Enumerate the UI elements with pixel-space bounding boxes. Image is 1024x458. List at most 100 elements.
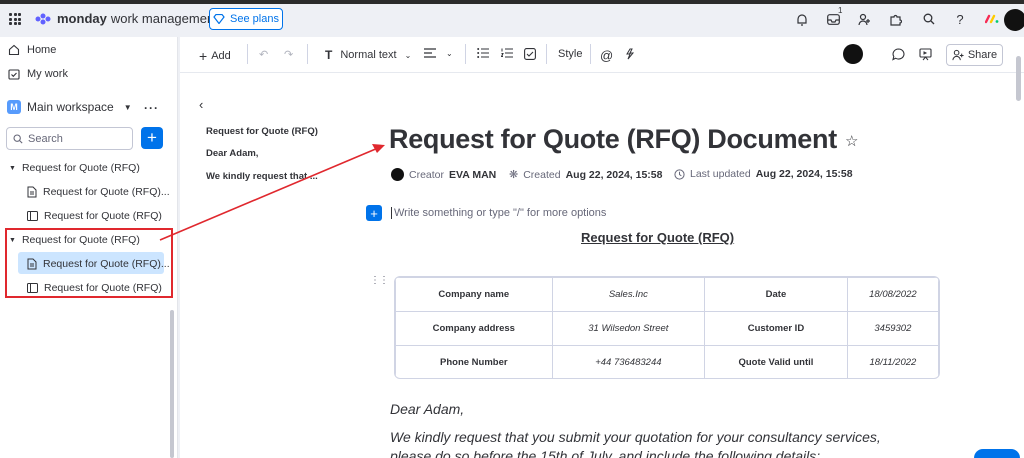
- table-cell[interactable]: Sales.Inc: [551, 277, 706, 312]
- nav-home[interactable]: Home: [8, 44, 56, 56]
- workspace-selector[interactable]: M Main workspace ▼: [7, 100, 132, 114]
- table-cell[interactable]: Company name: [395, 277, 553, 312]
- table-cell[interactable]: Customer ID: [704, 311, 848, 346]
- present-icon[interactable]: [919, 48, 932, 61]
- notifications-bell-icon[interactable]: [792, 9, 812, 29]
- folder-1-doc[interactable]: Request for Quote (RFQ)...: [27, 186, 170, 198]
- workspace-name: Main workspace: [27, 100, 114, 114]
- creator-label: Creator: [409, 168, 445, 181]
- folder-1-doc-label: Request for Quote (RFQ)...: [43, 186, 170, 198]
- table-cell[interactable]: Date: [704, 277, 848, 312]
- document-title[interactable]: Request for Quote (RFQ) Document: [389, 124, 837, 155]
- updated-date: Aug 22, 2024, 15:58: [755, 168, 853, 180]
- folder-1-board[interactable]: Request for Quote (RFQ): [27, 210, 162, 222]
- add-item-button[interactable]: +: [141, 127, 163, 149]
- monday-apps-icon[interactable]: [982, 9, 1002, 29]
- table-cell[interactable]: 18/11/2022: [846, 345, 939, 378]
- undo-icon[interactable]: ↶: [259, 48, 268, 61]
- main-scrollbar[interactable]: [1016, 56, 1021, 101]
- document-icon: [27, 186, 37, 198]
- creator-meta: Creator EVA MAN: [391, 168, 496, 181]
- ai-assistant-icon[interactable]: [623, 48, 635, 60]
- checklist-icon[interactable]: [524, 48, 536, 60]
- greeting-text[interactable]: Dear Adam,: [390, 401, 464, 417]
- toc-item-3[interactable]: We kindly request that ...: [206, 171, 318, 182]
- body-line-1[interactable]: We kindly request that you submit your q…: [390, 429, 881, 445]
- updated-meta: Last updated Aug 22, 2024, 15:58: [674, 168, 853, 180]
- sidebar-search-input[interactable]: Search: [6, 127, 133, 150]
- drag-handle-icon[interactable]: ⋮⋮: [370, 275, 389, 286]
- table-cell[interactable]: 3459302: [846, 311, 939, 346]
- text-style-dropdown[interactable]: T Normal text ⌄: [325, 48, 411, 62]
- brand-name: monday: [57, 11, 107, 26]
- sidebar-scrollbar[interactable]: [170, 310, 174, 458]
- nav-my-work-label: My work: [27, 68, 68, 80]
- help-button[interactable]: [974, 449, 1020, 458]
- workspace-badge: M: [7, 100, 21, 114]
- table-cell[interactable]: 31 Wilsedon Street: [551, 311, 706, 346]
- body-line-2[interactable]: please do so before the 15th of July, an…: [390, 448, 820, 458]
- brand-sub: work management: [110, 11, 218, 26]
- creator-name: EVA MAN: [449, 168, 497, 181]
- nav-my-work[interactable]: My work: [8, 68, 68, 80]
- created-meta: ❋ Created Aug 22, 2024, 15:58: [509, 168, 662, 182]
- sparkle-icon: ❋: [509, 169, 519, 181]
- monday-logo-icon: [35, 13, 51, 24]
- style-button[interactable]: Style: [558, 48, 582, 60]
- folder-1[interactable]: ▼ Request for Quote (RFQ): [9, 162, 140, 174]
- add-block-button[interactable]: + Add: [199, 48, 231, 64]
- toolbar-divider: [590, 44, 591, 64]
- document-area: [180, 37, 1024, 458]
- see-plans-button[interactable]: See plans: [209, 8, 283, 30]
- search-icon[interactable]: [919, 9, 939, 29]
- updated-label: Last updated: [690, 168, 751, 180]
- collapse-outline-icon[interactable]: ‹: [199, 97, 203, 112]
- help-icon[interactable]: ?: [950, 9, 970, 29]
- chevron-down-icon: ⌄: [404, 50, 412, 60]
- search-placeholder: Search: [28, 132, 63, 145]
- redo-icon[interactable]: ↷: [284, 48, 293, 61]
- inbox-badge: 1: [838, 6, 843, 15]
- table-cell[interactable]: Phone Number: [395, 345, 553, 378]
- editor-placeholder[interactable]: Write something or type "/" for more opt…: [391, 207, 606, 219]
- home-icon: [8, 44, 20, 56]
- invite-member-icon: [952, 49, 964, 61]
- board-icon: [27, 211, 38, 221]
- diamond-icon: [213, 14, 225, 24]
- text-style-label: Normal text: [340, 49, 397, 61]
- toolbar-divider: [546, 44, 547, 64]
- numbered-list-icon[interactable]: [501, 48, 513, 58]
- share-label: Share: [967, 49, 998, 61]
- align-dropdown[interactable]: ⌄: [424, 48, 453, 58]
- rfq-heading[interactable]: Request for Quote (RFQ): [581, 230, 734, 245]
- table-cell[interactable]: Company address: [395, 311, 553, 346]
- favorite-star-icon[interactable]: ☆: [845, 132, 858, 150]
- rfq-table[interactable]: Company name Sales.Inc Date 18/08/2022 C…: [394, 276, 940, 379]
- style-label: Style: [558, 48, 583, 60]
- table-cell[interactable]: +44 736483244: [551, 345, 706, 378]
- brand-logo[interactable]: monday work management: [33, 11, 218, 26]
- table-row: Company name Sales.Inc Date 18/08/2022: [395, 277, 939, 312]
- invite-members-icon[interactable]: [854, 9, 874, 29]
- user-avatar[interactable]: [1004, 9, 1024, 31]
- add-block-plus-button[interactable]: +: [366, 205, 382, 221]
- toc-item-2[interactable]: Dear Adam,: [206, 148, 258, 159]
- comment-icon[interactable]: [892, 48, 905, 61]
- caret-down-icon: ▼: [9, 164, 16, 172]
- bullet-list-icon[interactable]: [477, 48, 489, 58]
- search-icon: [13, 133, 23, 144]
- clock-icon: [674, 168, 685, 180]
- apps-puzzle-icon[interactable]: [885, 9, 905, 29]
- table-cell[interactable]: Quote Valid until: [704, 345, 848, 378]
- workspace-more-icon[interactable]: ···: [144, 101, 159, 115]
- apps-grid-icon[interactable]: [9, 13, 21, 25]
- chevron-down-icon: ▼: [123, 102, 132, 112]
- toc-item-1[interactable]: Request for Quote (RFQ): [206, 126, 318, 137]
- share-button[interactable]: Share: [946, 44, 1003, 66]
- chevron-down-icon: ⌄: [446, 48, 453, 58]
- see-plans-label: See plans: [230, 13, 279, 25]
- toolbar-divider: [465, 44, 466, 64]
- collaborator-avatar[interactable]: [843, 44, 863, 64]
- table-cell[interactable]: 18/08/2022: [846, 277, 939, 312]
- mention-icon[interactable]: @: [600, 48, 613, 63]
